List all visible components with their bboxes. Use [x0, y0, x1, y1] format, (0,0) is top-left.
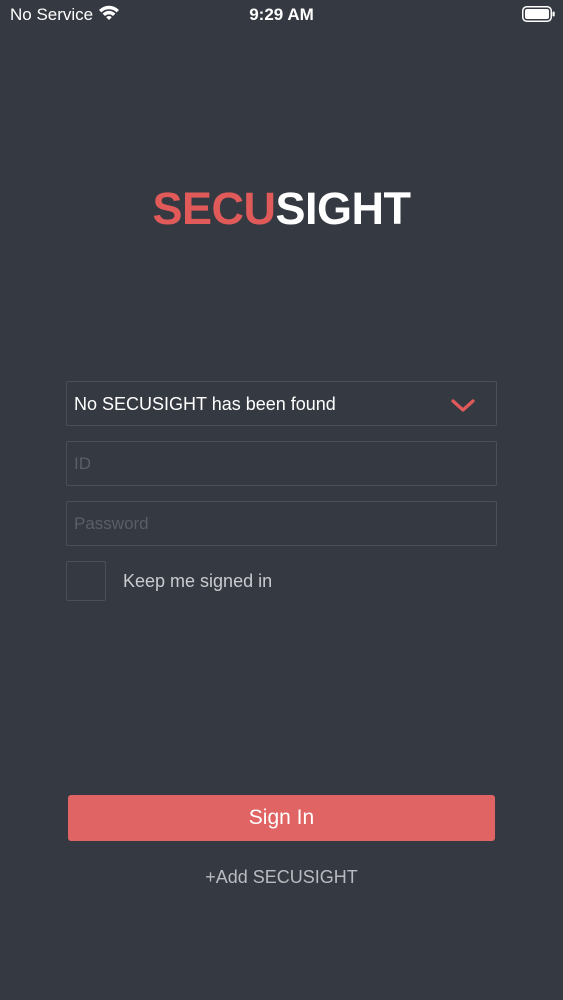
- add-secusight-link[interactable]: +Add SECUSIGHT: [0, 867, 563, 888]
- password-field-box: [66, 501, 497, 546]
- logo-text-secondary: SIGHT: [275, 183, 412, 234]
- id-field-box: [66, 441, 497, 486]
- chevron-down-icon: [451, 399, 475, 412]
- password-input[interactable]: [67, 502, 496, 545]
- battery-icon: [522, 6, 555, 22]
- status-bar: No Service 9:29 AM: [0, 0, 563, 30]
- sign-in-button[interactable]: Sign In: [68, 795, 495, 841]
- keep-signed-in-label: Keep me signed in: [123, 571, 273, 591]
- device-select[interactable]: No SECUSIGHT has been found: [66, 381, 497, 426]
- app-logo: SECUSIGHT: [0, 181, 563, 237]
- id-input[interactable]: [67, 442, 496, 485]
- device-select-value: No SECUSIGHT has been found: [74, 394, 336, 414]
- logo-text-primary: SECU: [152, 183, 276, 234]
- clock: 9:29 AM: [249, 5, 314, 24]
- keep-signed-in-checkbox[interactable]: [66, 561, 106, 601]
- keep-signed-in-row: Keep me signed in: [66, 561, 497, 601]
